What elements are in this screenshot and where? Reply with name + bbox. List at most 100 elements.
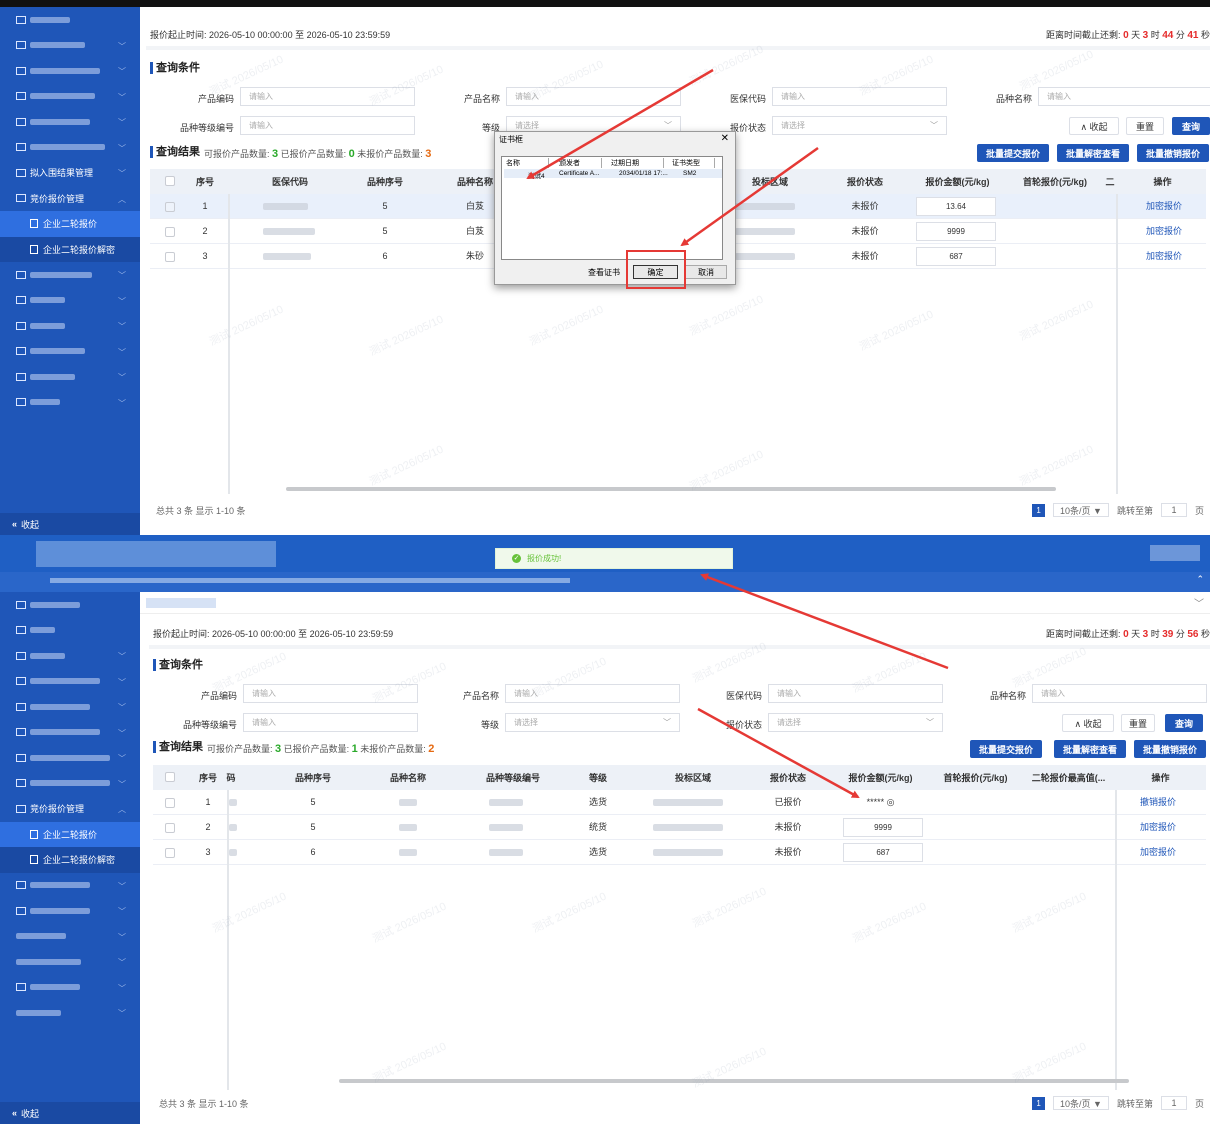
sidebar-item-6[interactable]: ﹀ bbox=[0, 135, 140, 161]
page-1-button[interactable]: 1 bbox=[1032, 503, 1046, 517]
quote-amount-input[interactable]: 687 bbox=[916, 247, 996, 266]
variety-name-input[interactable]: 请输入 bbox=[1032, 684, 1207, 703]
page-size-select[interactable]: 10条/页 ▼ bbox=[1053, 503, 1109, 517]
folder-icon bbox=[16, 296, 26, 305]
sidebar-item-10[interactable]: ﹀ bbox=[0, 898, 140, 924]
batch-submit-button[interactable]: 批量提交报价 bbox=[970, 740, 1042, 758]
sidebar-item-pre-result[interactable]: 拟入围结果管理 ﹀ bbox=[0, 160, 140, 186]
chevron-down-icon[interactable]: ﹀ bbox=[1194, 595, 1204, 610]
horizontal-scrollbar[interactable] bbox=[286, 487, 1056, 491]
sidebar-item-2[interactable] bbox=[0, 618, 140, 644]
row-checkbox[interactable] bbox=[165, 202, 175, 212]
folder-icon bbox=[16, 143, 26, 152]
quote-status-select[interactable]: 请选择 ﹀ bbox=[772, 116, 947, 135]
batch-submit-button[interactable]: 批量提交报价 bbox=[977, 144, 1049, 162]
sidebar-item-second-round-quote[interactable]: 企业二轮报价 bbox=[0, 211, 140, 237]
sidebar-item-second-round-decrypt[interactable]: 企业二轮报价解密 bbox=[0, 236, 140, 262]
sidebar-item-7[interactable]: ﹀ bbox=[0, 262, 140, 288]
fixed-column-divider bbox=[228, 194, 230, 494]
sidebar-item-1[interactable] bbox=[0, 7, 140, 33]
row-checkbox[interactable] bbox=[165, 252, 175, 262]
batch-revoke-button[interactable]: 批量撤销报价 bbox=[1134, 740, 1206, 758]
quote-amount-input[interactable]: 687 bbox=[843, 843, 923, 862]
sidebar-item-second-round-quote[interactable]: 企业二轮报价 bbox=[0, 821, 140, 847]
collapse-filter-button[interactable]: ∧ 收起 bbox=[1062, 714, 1114, 732]
horizontal-scrollbar[interactable] bbox=[339, 1079, 1129, 1083]
sidebar-item-5[interactable]: ﹀ bbox=[0, 694, 140, 720]
query-button[interactable]: 查询 bbox=[1165, 714, 1203, 732]
jump-page-input[interactable]: 1 bbox=[1160, 503, 1187, 517]
blurred-tab[interactable] bbox=[146, 598, 216, 608]
table-row[interactable]: 2 5 统货 未报价 9999 加密报价 bbox=[153, 815, 1206, 840]
sidebar-item-10[interactable]: ﹀ bbox=[0, 339, 140, 365]
variety-grade-code-input[interactable]: 请输入 bbox=[240, 116, 415, 135]
sidebar-item-1[interactable] bbox=[0, 592, 140, 618]
quote-amount-input[interactable]: 9999 bbox=[843, 818, 923, 837]
batch-decrypt-button[interactable]: 批量解密查看 bbox=[1057, 144, 1129, 162]
sidebar-collapse-button[interactable]: «收起 bbox=[0, 1102, 140, 1124]
sidebar-item-3[interactable]: ﹀ bbox=[0, 643, 140, 669]
quote-amount-input[interactable]: 13.64 bbox=[916, 197, 996, 216]
variety-name-input[interactable]: 请输入 bbox=[1038, 87, 1210, 106]
sidebar-item-4[interactable]: ﹀ bbox=[0, 669, 140, 695]
sidebar-collapse-button[interactable]: «收起 bbox=[0, 513, 140, 535]
sidebar-item-2[interactable]: ﹀ bbox=[0, 33, 140, 59]
jump-page-input[interactable]: 1 bbox=[1160, 1096, 1187, 1110]
sidebar-item-9[interactable]: ﹀ bbox=[0, 313, 140, 339]
sidebar-item-8[interactable]: ﹀ bbox=[0, 288, 140, 314]
sidebar-item-5[interactable]: ﹀ bbox=[0, 109, 140, 135]
query-button[interactable]: 查询 bbox=[1172, 117, 1210, 135]
col-quote-status: 报价状态 bbox=[846, 177, 883, 187]
masked-quote-amount[interactable]: ***** ◎ bbox=[833, 790, 928, 815]
variety-grade-code-input[interactable]: 请输入 bbox=[243, 713, 418, 732]
view-certificate-button[interactable]: 查看证书 bbox=[583, 265, 625, 279]
close-icon[interactable]: ✕ bbox=[721, 133, 729, 144]
row-checkbox[interactable] bbox=[165, 848, 175, 858]
row-checkbox[interactable] bbox=[165, 227, 175, 237]
sidebar-item-12[interactable]: ﹀ bbox=[0, 949, 140, 975]
sidebar-item-second-round-decrypt[interactable]: 企业二轮报价解密 bbox=[0, 847, 140, 873]
batch-revoke-button[interactable]: 批量撤销报价 bbox=[1137, 144, 1209, 162]
sidebar-item-12[interactable]: ﹀ bbox=[0, 390, 140, 416]
page-1-button[interactable]: 1 bbox=[1032, 1096, 1046, 1110]
cancel-button[interactable]: 取消 bbox=[685, 265, 727, 279]
sidebar-item-9[interactable]: ﹀ bbox=[0, 873, 140, 899]
reset-button[interactable]: 重置 bbox=[1126, 117, 1164, 135]
encrypt-quote-link[interactable]: 加密报价 bbox=[1140, 840, 1176, 865]
sidebar-item-4[interactable]: ﹀ bbox=[0, 84, 140, 110]
revoke-quote-link[interactable]: 撤销报价 bbox=[1140, 790, 1176, 815]
encrypt-quote-link[interactable]: 加密报价 bbox=[1146, 194, 1182, 219]
certificate-list[interactable]: 名称 颁发者 过期日期 证书类型 测试4 Certificate A... 20… bbox=[501, 156, 723, 260]
collapse-filter-button[interactable]: ∧ 收起 bbox=[1069, 117, 1119, 135]
sidebar-item-7[interactable]: ﹀ bbox=[0, 745, 140, 771]
sidebar-item-bid-quote[interactable]: 竞价报价管理 ︿ bbox=[0, 796, 140, 822]
sidebar-item-11[interactable]: ﹀ bbox=[0, 364, 140, 390]
page-size-select[interactable]: 10条/页 ▼ bbox=[1053, 1096, 1109, 1110]
sidebar-item-3[interactable]: ﹀ bbox=[0, 58, 140, 84]
table-row[interactable]: 1 5 选货 已报价 ***** ◎ 撤销报价 bbox=[153, 790, 1206, 815]
sidebar-item-13[interactable]: ﹀ bbox=[0, 975, 140, 1001]
quote-amount-input[interactable]: 9999 bbox=[916, 222, 996, 241]
row-checkbox[interactable] bbox=[165, 823, 175, 833]
sidebar-item-11[interactable]: ﹀ bbox=[0, 924, 140, 950]
encrypt-quote-link[interactable]: 加密报价 bbox=[1140, 815, 1176, 840]
reset-button[interactable]: 重置 bbox=[1121, 714, 1155, 732]
sidebar-bottom: ﹀ ﹀ ﹀ ﹀ ﹀ ﹀ 竞价报价管理 ︿ 企业二轮报价 企业二轮报价解密 ﹀ ﹀ … bbox=[0, 592, 140, 1124]
select-all-checkbox[interactable] bbox=[165, 772, 175, 782]
encrypt-quote-link[interactable]: 加密报价 bbox=[1146, 219, 1182, 244]
double-chevron-up-icon[interactable]: ⌃ bbox=[1196, 574, 1204, 585]
unquoted-label: 未报价产品数量: bbox=[354, 149, 426, 159]
nav-tabs[interactable]: ⌃ bbox=[0, 572, 1210, 592]
sidebar-item-8[interactable]: ﹀ bbox=[0, 771, 140, 797]
batch-decrypt-button[interactable]: 批量解密查看 bbox=[1054, 740, 1126, 758]
grade-select[interactable]: 请选择 ﹀ bbox=[505, 713, 680, 732]
encrypt-quote-link[interactable]: 加密报价 bbox=[1146, 244, 1182, 269]
quote-status-select[interactable]: 请选择 ﹀ bbox=[768, 713, 943, 732]
sidebar-item-bid-quote[interactable]: 竞价报价管理 ︿ bbox=[0, 186, 140, 212]
select-all-checkbox[interactable] bbox=[165, 176, 175, 186]
sidebar-item-14[interactable]: ﹀ bbox=[0, 1000, 140, 1026]
table-row[interactable]: 3 6 选货 未报价 687 加密报价 bbox=[153, 840, 1206, 865]
row-checkbox[interactable] bbox=[165, 798, 175, 808]
product-code-label: 产品编码 bbox=[200, 691, 237, 701]
sidebar-item-6[interactable]: ﹀ bbox=[0, 720, 140, 746]
